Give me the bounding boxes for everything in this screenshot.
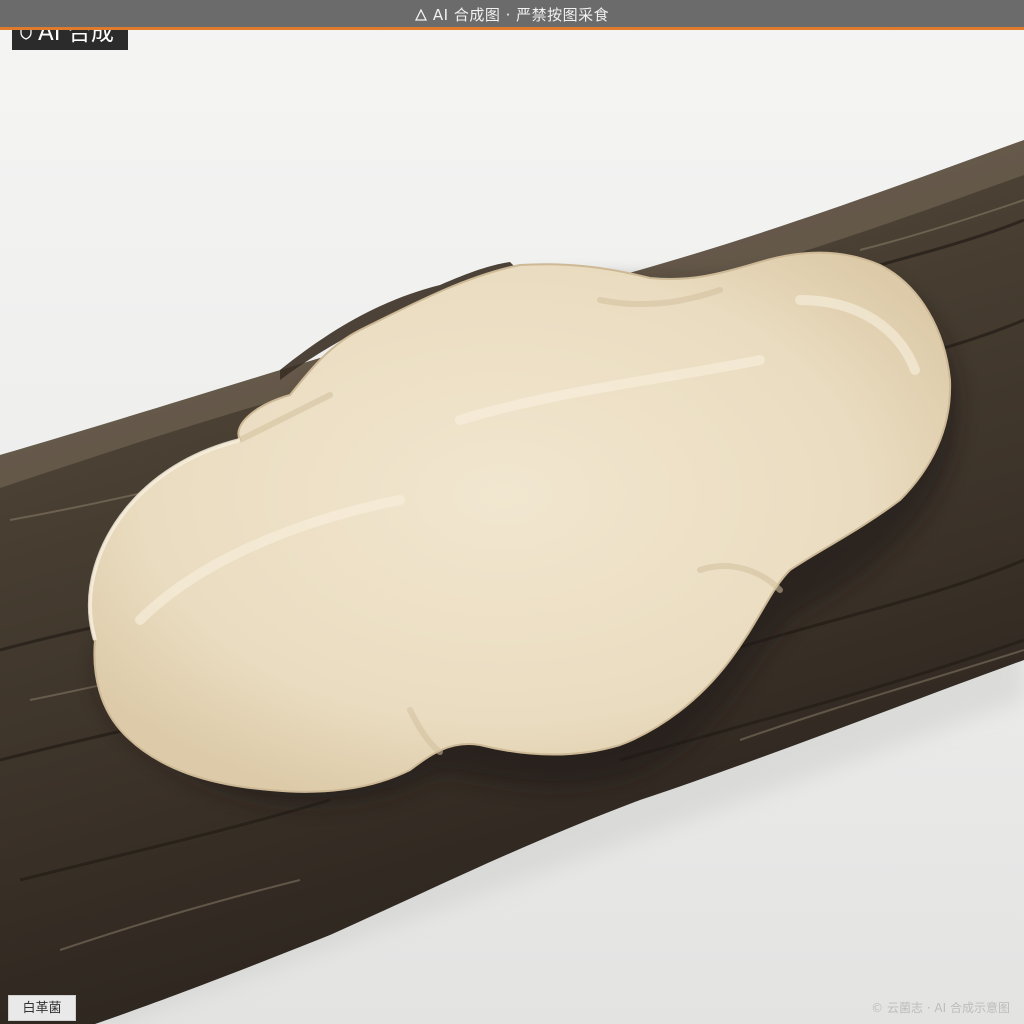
warning-text: AI 合成图 · 严禁按图采食: [432, 6, 610, 24]
ai-badge: AI 合成: [12, 30, 128, 50]
warning-banner: AI 合成图 · 严禁按图采食: [0, 0, 1024, 30]
ai-badge-text: AI 合成: [38, 30, 114, 46]
species-label: 白革菌: [8, 995, 76, 1021]
photo-scene: [0, 0, 1024, 1024]
shield-icon: [20, 30, 32, 40]
warning-icon: [414, 9, 427, 21]
credit-watermark: © 云菌志 · AI 合成示意图: [871, 1001, 1010, 1015]
